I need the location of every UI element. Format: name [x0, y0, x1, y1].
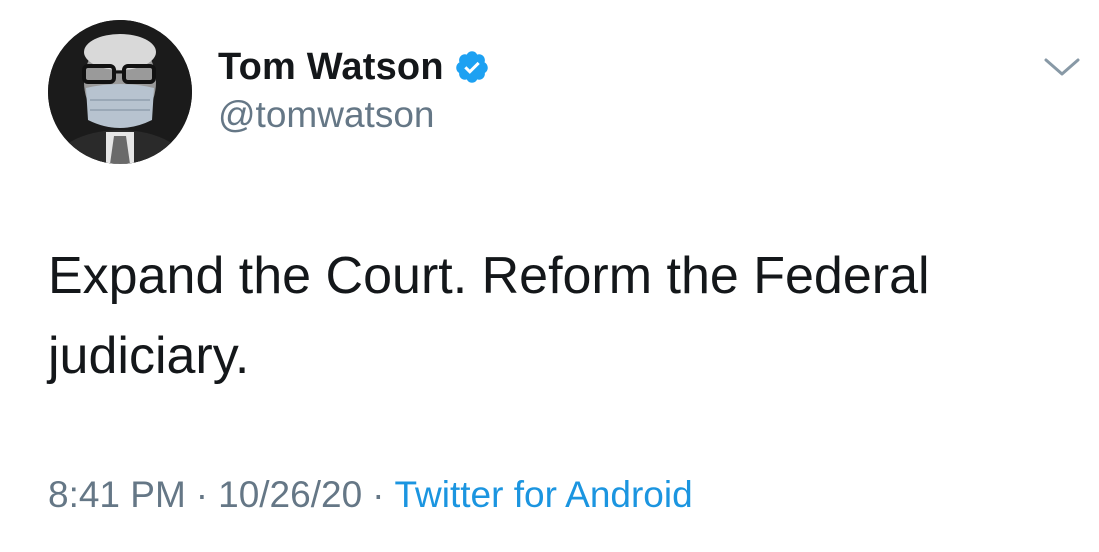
- tweet-date[interactable]: 10/26/20: [218, 474, 362, 515]
- author-name-row[interactable]: Tom Watson: [218, 44, 490, 90]
- avatar[interactable]: [48, 20, 192, 164]
- tweet-metadata: 8:41 PM · 10/26/20 · Twitter for Android: [48, 474, 693, 516]
- verified-badge-icon: [454, 49, 490, 85]
- tweet-time[interactable]: 8:41 PM: [48, 474, 186, 515]
- tweet-card: Tom Watson @tomwatson Expand the Court. …: [0, 0, 1099, 552]
- author-handle[interactable]: @tomwatson: [218, 94, 434, 136]
- tweet-source-link[interactable]: Twitter for Android: [394, 474, 692, 515]
- avatar-image: [48, 20, 192, 164]
- meta-separator: ·: [372, 474, 385, 515]
- chevron-down-icon[interactable]: [1040, 52, 1084, 82]
- meta-separator: ·: [195, 474, 209, 515]
- tweet-text: Expand the Court. Reform the Federal jud…: [48, 247, 930, 385]
- display-name[interactable]: Tom Watson: [218, 46, 444, 89]
